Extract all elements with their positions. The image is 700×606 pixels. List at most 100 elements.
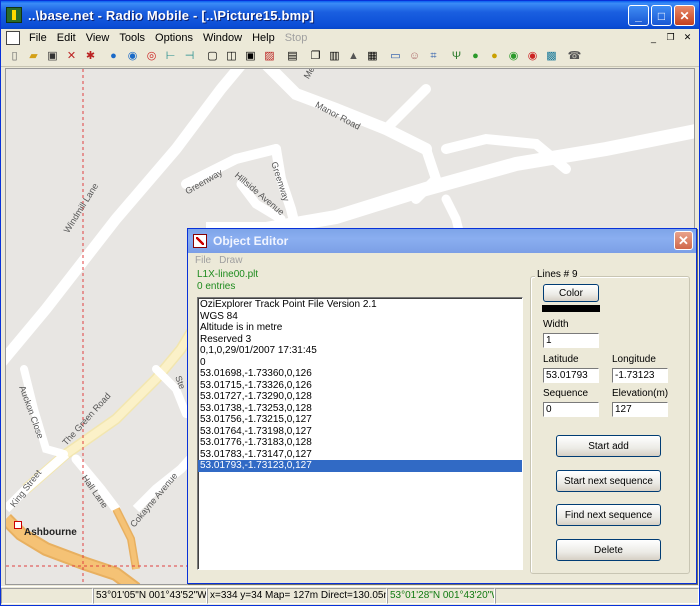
paste-icon[interactable]: ▥ xyxy=(327,49,343,65)
sequence-label: Sequence xyxy=(543,388,589,399)
document-icon[interactable] xyxy=(6,31,20,45)
mdi-close-button[interactable]: ✕ xyxy=(680,31,695,44)
lines-group-title: Lines # 9 xyxy=(535,269,580,280)
object-editor-dialog: Object Editor ✕ File Draw L1X-line00.plt… xyxy=(187,228,697,584)
main-window: ..\base.net - Radio Mobile - [..\Picture… xyxy=(0,0,700,606)
list-item[interactable]: 53.01727,-1.73290,0,128 xyxy=(198,391,522,403)
width-field[interactable]: 1 xyxy=(543,333,599,348)
floppy-icon[interactable]: ▣ xyxy=(243,49,259,65)
maximize-button[interactable]: □ xyxy=(651,5,672,26)
radio-blue-icon[interactable]: ◉ xyxy=(525,49,541,65)
radio-red-icon[interactable]: ◉ xyxy=(506,49,522,65)
entries-count: 0 entries xyxy=(197,281,236,292)
mdi-buttons: _ ❐ ✕ xyxy=(646,31,695,44)
color-button[interactable]: Color xyxy=(543,284,599,302)
network-properties-icon[interactable]: ✱ xyxy=(83,49,99,65)
dialog-menu-file: File xyxy=(195,255,212,266)
right-marker-icon[interactable]: ⊣ xyxy=(182,49,198,65)
antenna-icon[interactable]: Ψ xyxy=(449,49,465,65)
phone-icon[interactable]: ☎ xyxy=(567,49,583,65)
radio-green-icon[interactable]: ● xyxy=(468,49,484,65)
radio-mobile-app-icon[interactable] xyxy=(6,7,22,23)
mdi-restore-button[interactable]: ❐ xyxy=(663,31,678,44)
terrain-icon[interactable]: ▲ xyxy=(346,49,362,65)
status-empty-cell xyxy=(1,588,93,604)
menu-file[interactable]: File xyxy=(24,29,52,47)
menu-window[interactable]: Window xyxy=(198,29,247,47)
list-item-selected[interactable]: 53.01793,-1.73123,0,127 xyxy=(198,460,522,472)
object-editor-icon xyxy=(193,234,207,248)
sequence-field[interactable]: 0 xyxy=(543,402,599,417)
list-item[interactable]: 53.01764,-1.73198,0,127 xyxy=(198,426,522,438)
split-window-icon[interactable]: ◫ xyxy=(224,49,240,65)
print-icon[interactable]: ▤ xyxy=(285,49,301,65)
start-next-sequence-button[interactable]: Start next sequence xyxy=(556,470,661,492)
elevation-field[interactable]: 127 xyxy=(612,402,668,417)
list-item[interactable]: 0 xyxy=(198,357,522,369)
caption-buttons: _ □ ✕ xyxy=(628,5,695,26)
dialog-title-bar[interactable]: Object Editor ✕ xyxy=(188,229,696,253)
list-item[interactable]: Altitude is in metre xyxy=(198,322,522,334)
network-icon[interactable]: ✕ xyxy=(64,49,80,65)
list-item[interactable]: WGS 84 xyxy=(198,311,522,323)
list-item[interactable]: 53.01783,-1.73147,0,127 xyxy=(198,449,522,461)
list-item[interactable]: 53.01698,-1.73360,0,126 xyxy=(198,368,522,380)
find-next-sequence-button[interactable]: Find next sequence xyxy=(556,504,661,526)
world-icon[interactable]: ◉ xyxy=(125,49,141,65)
close-button[interactable]: ✕ xyxy=(674,5,695,26)
person-icon[interactable]: ☺ xyxy=(407,49,423,65)
mdi-minimize-button[interactable]: _ xyxy=(646,31,661,44)
status-extra-cell xyxy=(495,588,699,604)
menu-help[interactable]: Help xyxy=(247,29,280,47)
target-icon[interactable]: ◎ xyxy=(144,49,160,65)
menu-edit[interactable]: Edit xyxy=(52,29,81,47)
new-file-icon[interactable]: ▯ xyxy=(7,49,23,65)
list-item[interactable]: 53.01715,-1.73326,0,126 xyxy=(198,380,522,392)
longitude-field[interactable]: -1.73123 xyxy=(612,368,668,383)
latitude-field[interactable]: 53.01793 xyxy=(543,368,599,383)
elevation-label: Elevation(m) xyxy=(612,388,669,399)
dialog-menu-draw: Draw xyxy=(219,255,243,266)
list-item[interactable]: 0,1,0,29/01/2007 17:31:45 xyxy=(198,345,522,357)
frame-icon[interactable]: ▭ xyxy=(388,49,404,65)
list-item[interactable]: 53.01756,-1.73215,0,127 xyxy=(198,414,522,426)
menu-stop: Stop xyxy=(284,32,308,44)
globe-icon[interactable]: ● xyxy=(106,49,122,65)
grid-icon[interactable]: ▦ xyxy=(365,49,381,65)
title-bar[interactable]: ..\base.net - Radio Mobile - [..\Picture… xyxy=(1,1,699,29)
status-map-info: x=334 y=34 Map= 127m Direct=130.05m SI xyxy=(207,588,387,604)
copy-icon[interactable]: ❐ xyxy=(308,49,324,65)
width-label: Width xyxy=(543,319,569,330)
menu-tools[interactable]: Tools xyxy=(114,29,150,47)
latitude-label: Latitude xyxy=(543,354,579,365)
dialog-menu-bar: File Draw xyxy=(192,255,245,266)
open-folder-icon[interactable]: ▰ xyxy=(26,49,42,65)
menu-view[interactable]: View xyxy=(81,29,115,47)
left-marker-icon[interactable]: ⊢ xyxy=(163,49,179,65)
track-points-list[interactable]: OziExplorer Track Point File Version 2.1… xyxy=(197,297,523,570)
window-icon[interactable]: ▢ xyxy=(205,49,221,65)
list-item[interactable]: OziExplorer Track Point File Version 2.1 xyxy=(198,299,522,311)
menu-bar: File Edit View Tools Options Window Help… xyxy=(1,29,699,47)
delete-button[interactable]: Delete xyxy=(556,539,661,561)
menu-options[interactable]: Options xyxy=(150,29,198,47)
radio-yellow-icon[interactable]: ● xyxy=(487,49,503,65)
ashbourne-marker-icon xyxy=(14,521,22,529)
spectrum-icon[interactable]: ▩ xyxy=(544,49,560,65)
minimize-button[interactable]: _ xyxy=(628,5,649,26)
crop-icon[interactable]: ⌗ xyxy=(426,49,442,65)
picture-icon[interactable]: ▨ xyxy=(262,49,278,65)
start-add-button[interactable]: Start add xyxy=(556,435,661,457)
status-coord-right: 53°01'28"N 001°43'20"W xyxy=(387,588,495,604)
list-item[interactable]: 53.01738,-1.73253,0,128 xyxy=(198,403,522,415)
list-item[interactable]: Reserved 3 xyxy=(198,334,522,346)
track-file-name: L1X-line00.plt xyxy=(197,269,259,280)
save-icon[interactable]: ▣ xyxy=(45,49,61,65)
dialog-title: Object Editor xyxy=(213,234,289,248)
window-title: ..\base.net - Radio Mobile - [..\Picture… xyxy=(28,7,315,23)
dialog-close-button[interactable]: ✕ xyxy=(674,231,693,250)
list-item[interactable]: 53.01776,-1.73183,0,128 xyxy=(198,437,522,449)
status-bar: 53°01'05"N 001°43'52"W x=334 y=34 Map= 1… xyxy=(1,586,699,605)
longitude-label: Longitude xyxy=(612,354,656,365)
toolbar: ▯ ▰ ▣ ✕ ✱ ● ◉ ◎ ⊢ ⊣ ▢ ◫ ▣ ▨ ▤ ❐ ▥ ▲ ▦ ▭ … xyxy=(1,47,699,67)
